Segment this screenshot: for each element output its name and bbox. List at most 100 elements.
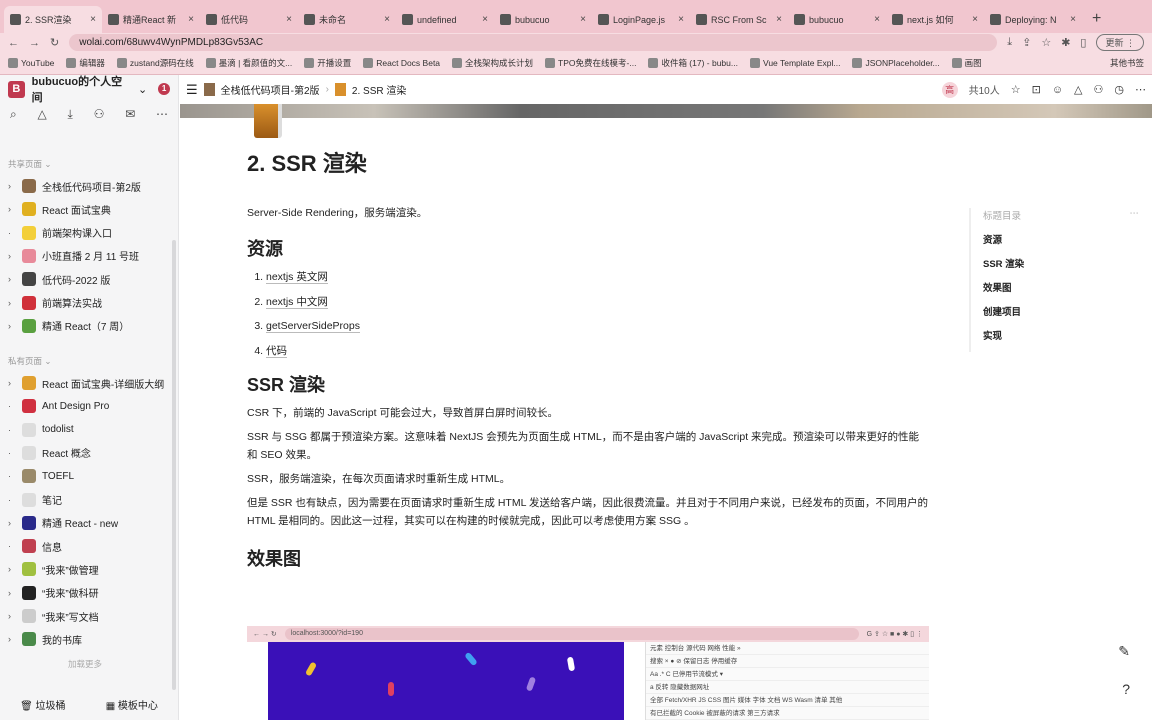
star-icon[interactable]: ☆ — [1011, 83, 1021, 96]
more-icon[interactable]: ⋯ — [1135, 83, 1146, 96]
bullet-icon[interactable]: · — [8, 495, 16, 505]
close-icon[interactable]: × — [1070, 14, 1076, 25]
chevron-right-icon[interactable]: › — [8, 251, 16, 261]
search-icon[interactable]: ⌕ — [10, 107, 17, 122]
close-icon[interactable]: × — [678, 14, 684, 25]
close-icon[interactable]: × — [580, 14, 586, 25]
toc-item[interactable]: 创建项目 — [983, 304, 1139, 318]
sidebar-item[interactable]: › “我来”做科研 — [0, 582, 178, 604]
sidebar-item[interactable]: › “我来”做管理 — [0, 558, 178, 580]
sidebar-item[interactable]: · TOEFL — [0, 465, 178, 487]
toc-item[interactable]: 实现 — [983, 328, 1139, 342]
sidebar-item[interactable]: · 笔记 — [0, 489, 178, 511]
resource-link[interactable]: 代码 — [266, 344, 287, 358]
chevron-down-icon[interactable]: ⌄ — [138, 83, 147, 96]
sidebar-item[interactable]: › React 面试宝典 — [0, 198, 178, 220]
sidebar-item[interactable]: › 小班直播 2 月 11 号班 — [0, 245, 178, 267]
close-icon[interactable]: × — [286, 14, 292, 25]
shared-pages-label[interactable]: 共享页面 ⌄ — [0, 158, 60, 170]
collaborator-icon[interactable]: ⚇ — [1094, 83, 1104, 96]
workspace-switcher[interactable]: B bubucuo的个人空间 ⌄ 1 — [0, 75, 178, 104]
bullet-icon[interactable]: · — [8, 401, 16, 411]
bookmark-item[interactable]: YouTube — [8, 58, 54, 68]
help-icon[interactable]: ? — [1122, 681, 1130, 697]
toc-item[interactable]: SSR 渲染 — [983, 256, 1139, 270]
reload-icon[interactable]: ↻ — [50, 36, 59, 49]
members-icon[interactable]: ⚇ — [94, 107, 105, 122]
chevron-right-icon[interactable]: › — [8, 274, 16, 284]
browser-tab[interactable]: bubucuo × — [494, 6, 592, 33]
bookmark-item[interactable]: 墨滴 | 看颜值的文... — [205, 57, 292, 69]
sidebar-item[interactable]: › React 面试宝典-详细版大纲 — [0, 372, 178, 394]
chevron-right-icon[interactable]: › — [8, 634, 16, 644]
bookmark-item[interactable]: React Docs Beta — [363, 58, 440, 68]
forward-icon[interactable]: → — [29, 37, 40, 49]
browser-tab[interactable]: undefined × — [396, 6, 494, 33]
chevron-right-icon[interactable]: › — [8, 298, 16, 308]
chevron-right-icon[interactable]: › — [8, 378, 16, 388]
import-icon[interactable]: ⤓ — [68, 107, 73, 122]
browser-tab[interactable]: Deploying: N × — [984, 6, 1082, 33]
explore-icon[interactable]: △ — [38, 107, 47, 122]
close-icon[interactable]: × — [90, 14, 96, 25]
bookmark-item[interactable]: JSONPlaceholder... — [852, 58, 940, 68]
sidepanel-icon[interactable]: ▯ — [1080, 36, 1086, 49]
chevron-right-icon[interactable]: › — [8, 321, 16, 331]
other-bookmarks[interactable]: 其他书签 — [1110, 57, 1144, 69]
browser-tab[interactable]: 2. SSR渲染 × — [4, 6, 102, 33]
star-icon[interactable]: ☆ — [1041, 36, 1051, 49]
trash-button[interactable]: 🗑 垃圾桶 — [20, 697, 65, 712]
resource-link[interactable]: nextjs 中文网 — [266, 295, 328, 309]
back-icon[interactable]: ← — [8, 37, 19, 49]
install-icon[interactable]: ⤓ — [1007, 36, 1012, 49]
present-icon[interactable]: ⊡ — [1032, 83, 1041, 96]
more-icon[interactable]: ⋯ — [1130, 208, 1140, 222]
browser-tab[interactable]: LoginPage.js × — [592, 6, 690, 33]
bookmark-item[interactable]: 开播设置 — [304, 57, 351, 69]
toc-item[interactable]: 效果图 — [983, 280, 1139, 294]
avatar[interactable]: 高 — [941, 81, 958, 98]
members-count[interactable]: 共10人 — [969, 82, 1000, 97]
sidebar-item[interactable]: · 前端架构课入口 — [0, 222, 178, 244]
new-tab-button[interactable]: + — [1082, 10, 1111, 33]
sidebar-item[interactable]: › 低代码-2022 版 — [0, 268, 178, 290]
sidebar-item[interactable]: · 信息 — [0, 535, 178, 557]
browser-tab[interactable]: bubucuo × — [788, 6, 886, 33]
browser-tab[interactable]: 精通React 新 × — [102, 6, 200, 33]
close-icon[interactable]: × — [874, 14, 880, 25]
share-icon[interactable]: ⇪ — [1022, 36, 1031, 49]
sidebar-scrollbar[interactable] — [172, 240, 176, 690]
bullet-icon[interactable]: · — [8, 228, 16, 238]
sidebar-item[interactable]: · React 概念 — [0, 442, 178, 464]
sidebar-item[interactable]: › “我来”写文档 — [0, 605, 178, 627]
browser-tab[interactable]: 低代码 × — [200, 6, 298, 33]
sidebar-item[interactable]: · todolist — [0, 419, 178, 441]
chevron-right-icon[interactable]: › — [8, 181, 16, 191]
load-more-link[interactable]: 加载更多 — [0, 658, 170, 670]
close-icon[interactable]: × — [482, 14, 488, 25]
notification-badge[interactable]: 1 — [158, 83, 170, 95]
bookmark-item[interactable]: 收件箱 (17) - bubu... — [648, 57, 738, 69]
chevron-right-icon[interactable]: › — [8, 564, 16, 574]
close-icon[interactable]: × — [972, 14, 978, 25]
close-icon[interactable]: × — [384, 14, 390, 25]
bookmark-item[interactable]: 编辑器 — [66, 57, 105, 69]
browser-tab[interactable]: next.js 如何 × — [886, 6, 984, 33]
url-input[interactable]: wolai.com/68uwv4WynPMDLp83Gv53AC — [69, 34, 998, 51]
sidebar-item[interactable]: › 全栈低代码项目-第2版 — [0, 175, 178, 197]
menu-icon[interactable]: ☰ — [186, 82, 198, 98]
sidebar-item[interactable]: › 精通 React - new — [0, 512, 178, 534]
sidebar-item[interactable]: › 精通 React（7 周） — [0, 315, 178, 337]
bookmark-item[interactable]: 画图 — [951, 57, 982, 69]
bookmark-item[interactable]: TPO免费在线模考-... — [545, 57, 636, 69]
close-icon[interactable]: × — [188, 14, 194, 25]
chevron-right-icon[interactable]: › — [8, 204, 16, 214]
breadcrumb-parent[interactable]: 全栈低代码项目-第2版 — [221, 82, 320, 97]
update-button[interactable]: 更新 ⋮ — [1096, 34, 1144, 51]
chevron-right-icon[interactable]: › — [8, 588, 16, 598]
bookmark-item[interactable]: Vue Template Expl... — [749, 58, 840, 68]
bullet-icon[interactable]: · — [8, 471, 16, 481]
browser-tab[interactable]: 未命名 × — [298, 6, 396, 33]
browser-tab[interactable]: RSC From Sc × — [690, 6, 788, 33]
share-icon[interactable]: △ — [1074, 83, 1082, 96]
